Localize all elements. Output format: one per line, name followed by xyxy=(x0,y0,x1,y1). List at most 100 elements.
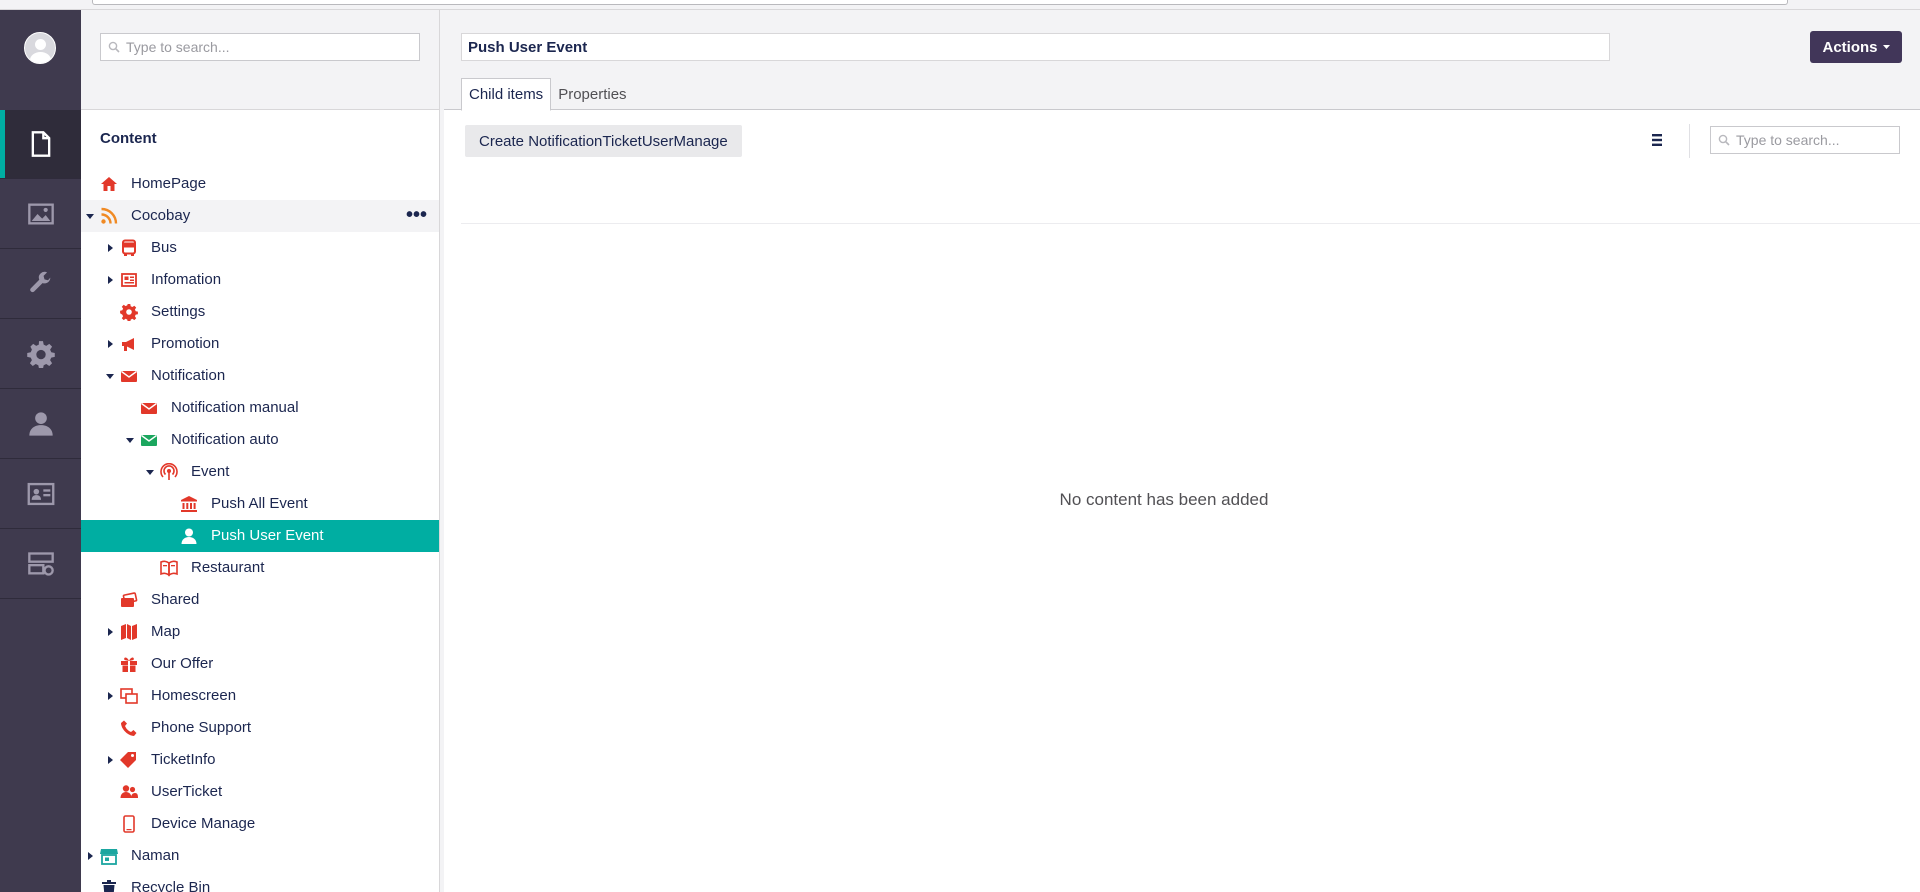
caret-right-icon[interactable] xyxy=(106,244,114,252)
browser-top-strip xyxy=(0,0,1920,10)
caret-down-icon xyxy=(1882,44,1890,49)
id-card-icon xyxy=(27,482,54,506)
tree-item-shared[interactable]: Shared xyxy=(81,584,439,616)
tree-item-infomation[interactable]: Infomation xyxy=(81,264,439,296)
tree-search-input[interactable]: Type to search... xyxy=(100,33,420,61)
newspaper-icon xyxy=(120,271,138,289)
toolbar-divider xyxy=(1689,124,1690,158)
tree-search-placeholder: Type to search... xyxy=(126,39,230,55)
actions-button[interactable]: Actions xyxy=(1810,31,1902,63)
tree-item-restaurant[interactable]: Restaurant xyxy=(81,552,439,584)
tree-item-label: Notification manual xyxy=(171,399,299,416)
editor-tabs: Child items Properties xyxy=(461,78,634,111)
tags-icon xyxy=(120,751,138,769)
tree-item-label: Cocobay xyxy=(131,207,191,224)
tree-item-bus[interactable]: Bus xyxy=(81,232,439,264)
tree-item-device-manage[interactable]: Device Manage xyxy=(81,808,439,840)
tree-item-homepage[interactable]: HomePage xyxy=(81,168,439,200)
tab-properties[interactable]: Properties xyxy=(551,78,633,110)
caret-right-icon[interactable] xyxy=(106,756,114,764)
caret-down-icon[interactable] xyxy=(86,212,94,220)
rss-icon xyxy=(100,207,118,225)
form-icon xyxy=(27,552,54,576)
envelope-icon xyxy=(140,399,158,417)
tree-item-label: Infomation xyxy=(151,271,222,288)
tree-item-our-offer[interactable]: Our Offer xyxy=(81,648,439,680)
section-media[interactable] xyxy=(0,180,81,249)
caret-down-icon[interactable] xyxy=(146,468,154,476)
tree-item-label: Notification xyxy=(151,367,226,384)
tab-child-items[interactable]: Child items xyxy=(461,78,552,111)
tree-header: Type to search... xyxy=(81,10,439,110)
section-users[interactable] xyxy=(0,390,81,459)
tree-item-homescreen[interactable]: Homescreen xyxy=(81,680,439,712)
wrench-icon xyxy=(29,271,50,293)
tree-item-label: UserTicket xyxy=(151,783,223,800)
caret-right-icon[interactable] xyxy=(106,276,114,284)
section-content[interactable] xyxy=(0,110,81,179)
actions-label: Actions xyxy=(1822,38,1878,56)
megaphone-icon xyxy=(120,335,138,353)
create-item-button[interactable]: Create NotificationTicketUserManage xyxy=(465,125,742,157)
caret-right-icon[interactable] xyxy=(106,340,114,348)
tree-item-label: Bus xyxy=(151,239,177,256)
caret-right-icon[interactable] xyxy=(86,852,94,860)
section-members[interactable] xyxy=(0,460,81,529)
picture-icon xyxy=(27,203,54,225)
tree-list: HomePage Cocobay ••• Bus Infomation Settings P… xyxy=(81,168,439,892)
phone-icon xyxy=(120,719,138,737)
tree-item-recycle-bin[interactable]: Recycle Bin xyxy=(81,872,439,892)
tree-item-label: Recycle Bin xyxy=(131,879,211,892)
tree-item-notification-manual[interactable]: Notification manual xyxy=(81,392,439,424)
section-settings[interactable] xyxy=(0,250,81,319)
cog-icon xyxy=(120,303,138,321)
caret-down-icon[interactable] xyxy=(126,436,134,444)
tree-item-label: Push User Event xyxy=(211,527,324,544)
tree-item-label: Phone Support xyxy=(151,719,252,736)
section-forms[interactable] xyxy=(0,530,81,599)
tree-item-settings[interactable]: Settings xyxy=(81,296,439,328)
address-bar[interactable] xyxy=(92,0,1788,5)
tree-item-label: Restaurant xyxy=(191,559,265,576)
editor-header: Push User Event Actions Child items Prop… xyxy=(444,10,1920,111)
caret-right-icon[interactable] xyxy=(106,628,114,636)
tree-item-map[interactable]: Map xyxy=(81,616,439,648)
gear-icon xyxy=(26,341,55,368)
search-icon xyxy=(108,41,120,53)
trash-icon xyxy=(100,879,118,892)
tree-item-phone-support[interactable]: Phone Support xyxy=(81,712,439,744)
tree-item-event[interactable]: Event xyxy=(81,456,439,488)
list-search-input[interactable]: Type to search... xyxy=(1710,126,1900,154)
tree-item-notification[interactable]: Notification xyxy=(81,360,439,392)
users-icon xyxy=(120,783,138,801)
caret-right-icon[interactable] xyxy=(106,692,114,700)
tree-item-promotion[interactable]: Promotion xyxy=(81,328,439,360)
tree-item-notification-auto[interactable]: Notification auto xyxy=(81,424,439,456)
home-icon xyxy=(100,175,118,193)
tree-item-label: Our Offer xyxy=(151,655,214,672)
tree-item-push-user-event[interactable]: Push User Event xyxy=(81,520,439,552)
list-view-icon[interactable] xyxy=(1650,132,1664,148)
gift-icon xyxy=(120,655,138,673)
tree-item-push-all-event[interactable]: Push All Event xyxy=(81,488,439,520)
tree-item-naman[interactable]: Naman xyxy=(81,840,439,872)
search-icon xyxy=(1718,134,1730,146)
editor-panel: Push User Event Actions Child items Prop… xyxy=(440,10,1920,892)
bus-icon xyxy=(120,239,138,257)
avatar[interactable] xyxy=(24,32,56,64)
tree-item-cocobay[interactable]: Cocobay ••• xyxy=(81,200,439,232)
tree-item-ticketinfo[interactable]: TicketInfo xyxy=(81,744,439,776)
more-options-icon[interactable]: ••• xyxy=(406,205,427,225)
tree-item-userticket[interactable]: UserTicket xyxy=(81,776,439,808)
tree-item-label: Promotion xyxy=(151,335,220,352)
empty-state-message: No content has been added xyxy=(1059,490,1269,509)
store-icon xyxy=(100,847,118,865)
section-developer[interactable] xyxy=(0,320,81,389)
tree-item-label: Notification auto xyxy=(171,431,279,448)
caret-down-icon[interactable] xyxy=(106,372,114,380)
user-icon xyxy=(28,412,53,436)
menu-book-icon xyxy=(160,559,178,577)
tree-item-label: Push All Event xyxy=(211,495,308,512)
node-name-input[interactable]: Push User Event xyxy=(461,33,1610,61)
app-window: Type to search... Content HomePage Cocoba… xyxy=(0,0,1920,892)
